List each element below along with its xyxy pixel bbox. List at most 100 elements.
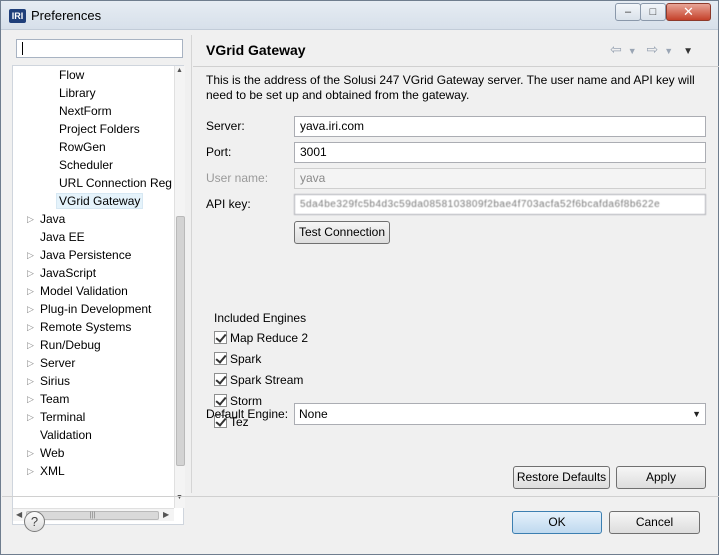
tree-item-label: Validation [40,428,92,442]
expand-arrow-icon[interactable]: ▷ [27,246,37,264]
tree-item[interactable]: Java EE [40,228,85,246]
button-bar-separator [2,496,719,497]
tree-item[interactable]: ▷ Terminal [27,408,85,426]
expand-arrow-icon[interactable]: ▷ [27,372,37,390]
scroll-thumb-horizontal[interactable]: ||| [26,511,159,520]
tree-item-label: RowGen [59,140,106,154]
preference-tree: ▲ ▼ ◀ ||| ▶ Flow Library NextForm Project F… [12,65,185,525]
close-button[interactable]: ✕ [666,3,711,21]
tree-item[interactable]: ▷ Model Validation [27,282,128,300]
server-label: Server: [206,119,245,133]
maximize-button[interactable]: □ [640,3,666,21]
tree-item[interactable]: ▷ Java Persistence [27,246,132,264]
apply-button[interactable]: Apply [616,466,706,489]
engine-label: Storm [230,394,263,408]
tree-item[interactable]: ▷ Plug-in Development [27,300,152,318]
engine-label: Spark [230,352,262,366]
tree-item[interactable]: Flow [59,66,84,84]
checkbox-checked-icon[interactable] [214,331,227,344]
expand-arrow-icon[interactable]: ▷ [27,390,37,408]
tree-item[interactable]: URL Connection Reg [59,174,172,192]
ok-button[interactable]: OK [512,511,602,534]
port-label: Port: [206,145,232,159]
panel-divider[interactable] [191,35,192,493]
expand-arrow-icon[interactable]: ▷ [27,408,37,426]
port-field[interactable]: 3001 [294,142,706,163]
tree-item[interactable]: ▷ Run/Debug [27,336,101,354]
preferences-window: IRI Preferences – □ ✕ ▲ ▼ ◀ ||| ▶ Flow Li… [0,0,719,555]
expand-arrow-icon[interactable]: ▷ [27,354,37,372]
tree-item-label: URL Connection Reg [59,176,172,190]
engine-checkbox-map-reduce-2[interactable]: Map Reduce 2 [214,331,308,347]
tree-item[interactable]: ▷ Web [27,444,65,462]
tree-item-label: Java EE [40,230,85,244]
engine-checkbox-spark-stream[interactable]: Spark Stream [214,373,303,389]
tree-item-label: JavaScript [40,266,97,280]
engine-checkbox-spark[interactable]: Spark [214,352,261,368]
username-field: yava [294,168,706,189]
tree-item[interactable]: Validation [40,426,92,444]
checkbox-checked-icon[interactable] [214,352,227,365]
tree-item[interactable]: ▷ JavaScript [27,264,97,282]
title-separator [193,66,719,67]
checkbox-checked-icon[interactable] [214,394,227,407]
tree-item-label: Library [59,86,96,100]
title-bar[interactable]: IRI Preferences – □ ✕ [1,1,718,30]
chevron-down-icon[interactable]: ▼ [692,404,701,424]
expand-arrow-icon[interactable]: ▷ [27,300,37,318]
preference-tree-panel: ▲ ▼ ◀ ||| ▶ Flow Library NextForm Project F… [9,35,185,525]
tree-item[interactable]: ▷ Team [27,390,69,408]
tree-item-label: Plug-in Development [40,302,152,316]
scroll-left-icon[interactable]: ◀ [16,510,22,519]
forward-menu-icon[interactable]: ▼ [664,46,673,56]
page-description: This is the address of the Solusi 247 VG… [206,73,695,102]
page-navigation: ⇦ ▼ ⇨ ▼ ▼ [610,41,699,58]
tree-item-label: Java Persistence [40,248,132,262]
tree-item-label: XML [40,464,65,478]
tree-item[interactable]: ▷ Remote Systems [27,318,132,336]
tree-item[interactable]: Scheduler [59,156,113,174]
default-engine-select[interactable]: None ▼ [294,403,706,425]
tree-item[interactable]: ▷ XML [27,462,65,480]
apikey-label: API key: [206,197,251,211]
expand-arrow-icon[interactable]: ▷ [27,444,37,462]
tree-item[interactable]: ▷ Server [27,354,76,372]
apikey-field[interactable]: 5da4be329fc5b4d3c59da0858103809f2bae4f70… [294,194,706,215]
minimize-button[interactable]: – [615,3,641,21]
expand-arrow-icon[interactable]: ▷ [27,264,37,282]
tree-vertical-scrollbar[interactable]: ▲ ▼ [174,66,185,508]
expand-arrow-icon[interactable]: ▷ [27,462,37,480]
tree-item-label: Remote Systems [40,320,132,334]
scroll-thumb[interactable] [176,216,185,466]
tree-item[interactable]: Library [59,84,96,102]
scroll-right-icon[interactable]: ▶ [163,510,169,519]
filter-input[interactable] [16,39,183,58]
tree-item[interactable]: NextForm [59,102,112,120]
forward-arrow-icon[interactable]: ⇨ [647,41,659,57]
cancel-button[interactable]: Cancel [609,511,700,534]
tree-item[interactable]: VGrid Gateway [56,192,144,210]
tree-item-label: Scheduler [59,158,114,172]
tree-item[interactable]: ▷ Java [27,210,65,228]
help-icon[interactable]: ? [24,511,45,532]
expand-arrow-icon[interactable]: ▷ [27,336,37,354]
tree-item-label: Web [40,446,65,460]
tree-item-label: Server [40,356,76,370]
tree-item[interactable]: ▷ Sirius [27,372,70,390]
expand-arrow-icon[interactable]: ▷ [27,210,37,228]
back-menu-icon[interactable]: ▼ [628,46,637,56]
expand-arrow-icon[interactable]: ▷ [27,318,37,336]
engine-label: Spark Stream [230,373,304,387]
scroll-up-icon[interactable]: ▲ [176,67,183,74]
checkbox-checked-icon[interactable] [214,373,227,386]
server-field[interactable]: yava.iri.com [294,116,706,137]
view-menu-icon[interactable]: ▼ [683,46,693,57]
tree-item[interactable]: Project Folders [59,120,140,138]
test-connection-button[interactable]: Test Connection [294,221,390,244]
expand-arrow-icon[interactable]: ▷ [27,282,37,300]
restore-defaults-button[interactable]: Restore Defaults [513,466,610,489]
tree-item-label: Flow [59,68,85,82]
tree-item[interactable]: RowGen [59,138,106,156]
back-arrow-icon[interactable]: ⇦ [610,41,622,57]
default-engine-label: Default Engine: [206,407,289,421]
